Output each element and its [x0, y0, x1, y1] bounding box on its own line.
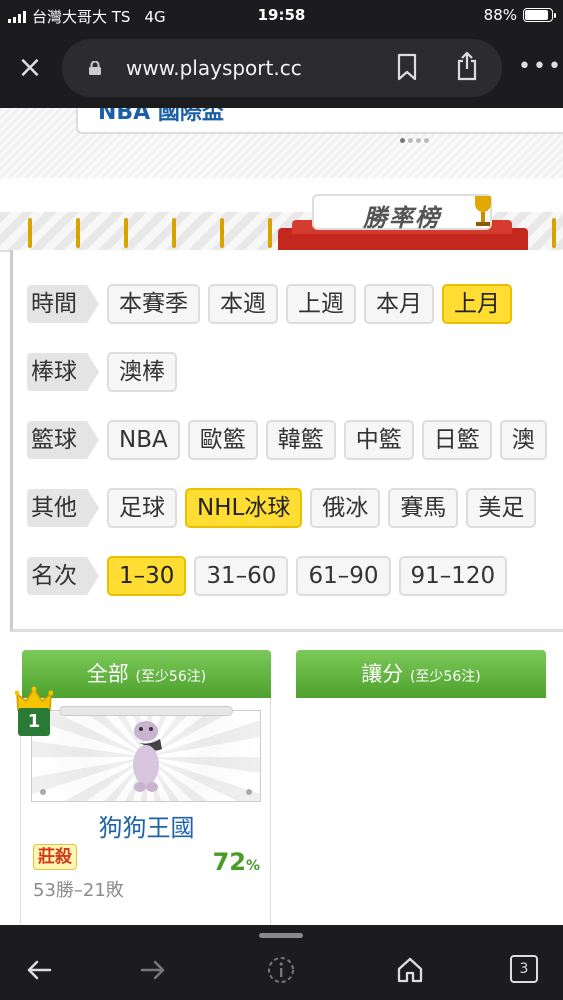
news-headline: NBA 國際盃 [98, 108, 224, 125]
chip-basketball-euro[interactable]: 歐籃 [187, 420, 258, 460]
avatar [133, 721, 162, 792]
chip-time-season[interactable]: 本賽季 [107, 284, 200, 324]
filter-label-rank: 名次 [27, 557, 99, 595]
chip-other-soccer[interactable]: 足球 [107, 488, 177, 528]
banner-title: 勝率榜 [363, 204, 441, 232]
chip-time-this-month[interactable]: 本月 [364, 284, 434, 324]
clock: 19:58 [257, 6, 306, 24]
chip-basketball-nba[interactable]: NBA [107, 420, 180, 460]
win-loss-record: 53勝–21敗 [33, 880, 124, 901]
tabs-button[interactable]: 3 [510, 955, 538, 983]
tab-spread[interactable]: 讓分 (至少56注) [296, 650, 546, 698]
avatar-frame [31, 710, 261, 802]
filter-row-baseball: 棒球 澳棒 [27, 352, 185, 392]
win-rate-banner: 勝率榜 [0, 186, 563, 256]
toolbar-handle[interactable] [259, 933, 303, 938]
filter-label-baseball: 棒球 [27, 353, 99, 391]
url-field[interactable]: www.playsport.cc [62, 39, 502, 97]
tab-spread-label: 讓分 [361, 662, 404, 686]
home-icon[interactable] [395, 955, 425, 985]
forward-arrow-icon[interactable] [138, 955, 168, 985]
rank-card[interactable]: 1 狗狗王國 莊殺 72% 53勝–21敗 [15, 686, 272, 925]
tab-all[interactable]: 全部 (至少56注) [22, 650, 271, 698]
filter-label-time: 時間 [27, 285, 99, 323]
share-icon[interactable] [455, 51, 479, 81]
chip-basketball-korea[interactable]: 韓籃 [265, 420, 336, 460]
tab-all-label: 全部 [86, 662, 129, 686]
player-name[interactable]: 狗狗王國 [21, 808, 272, 843]
tab-spread-note: (至少56注) [409, 669, 481, 685]
news-ticker[interactable]: NBA 國際盃 [76, 108, 563, 134]
chip-baseball-abl[interactable]: 澳棒 [107, 352, 177, 392]
rank-rail [59, 706, 233, 716]
battery-icon [523, 8, 556, 22]
chip-rank-91-120[interactable]: 91–120 [398, 556, 508, 596]
page-content: NBA 國際盃 勝率榜 時間 本賽季 本週 上週 本月 上月 棒球 澳棒 籃球 … [0, 108, 563, 925]
chip-other-khl[interactable]: 俄冰 [310, 488, 381, 528]
filter-label-basketball: 籃球 [27, 421, 99, 459]
chip-time-last-week[interactable]: 上週 [286, 284, 356, 324]
filter-row-time: 時間 本賽季 本週 上週 本月 上月 [27, 284, 520, 324]
chip-other-horse-racing[interactable]: 賽馬 [388, 488, 459, 528]
chip-other-nfl[interactable]: 美足 [466, 488, 537, 528]
battery-percent: 88% [483, 6, 517, 24]
page-info-icon[interactable] [266, 955, 296, 985]
chip-basketball-china[interactable]: 中籃 [343, 420, 414, 460]
filter-row-other: 其他 足球 NHL冰球 俄冰 賽馬 美足 [27, 488, 544, 528]
more-options-icon[interactable]: ••• [518, 54, 563, 79]
chip-rank-1-30[interactable]: 1–30 [107, 556, 187, 596]
close-icon[interactable]: × [14, 52, 46, 84]
chip-rank-31-60[interactable]: 31–60 [194, 556, 289, 596]
filter-panel: 時間 本賽季 本週 上週 本月 上月 棒球 澳棒 籃球 NBA 歐籃 韓籃 中籃… [10, 250, 563, 632]
rank-number: 1 [18, 708, 50, 736]
filter-row-basketball: 籃球 NBA 歐籃 韓籃 中籃 日籃 澳 [27, 420, 555, 460]
tab-all-note: (至少56注) [135, 669, 207, 685]
filter-row-rank: 名次 1–30 31–60 61–90 91–120 [27, 556, 515, 596]
bookmark-icon[interactable] [396, 53, 418, 81]
chip-rank-61-90[interactable]: 61–90 [296, 556, 391, 596]
browser-address-bar: × www.playsport.cc ••• [0, 30, 563, 108]
banner-plaque: 勝率榜 [312, 194, 492, 232]
chip-time-last-month[interactable]: 上月 [442, 284, 512, 324]
chip-time-this-week[interactable]: 本週 [208, 284, 278, 324]
trophy-icon [475, 196, 491, 226]
status-badge: 莊殺 [33, 844, 77, 870]
chip-basketball-australia[interactable]: 澳 [499, 420, 547, 460]
win-rate-unit: % [245, 858, 260, 874]
chip-basketball-japan[interactable]: 日籃 [421, 420, 492, 460]
url-text: www.playsport.cc [126, 56, 302, 80]
chip-other-nhl[interactable]: NHL冰球 [185, 488, 303, 528]
filter-label-other: 其他 [27, 489, 99, 527]
win-rate: 72% [213, 848, 260, 876]
back-arrow-icon[interactable] [24, 955, 54, 985]
lock-icon [89, 61, 101, 75]
win-rate-value: 72 [212, 848, 246, 876]
status-bar: 台灣大哥大 TS 4G 19:58 88% [0, 0, 563, 30]
carousel-dots [400, 138, 429, 143]
browser-toolbar: 3 [0, 925, 563, 1000]
